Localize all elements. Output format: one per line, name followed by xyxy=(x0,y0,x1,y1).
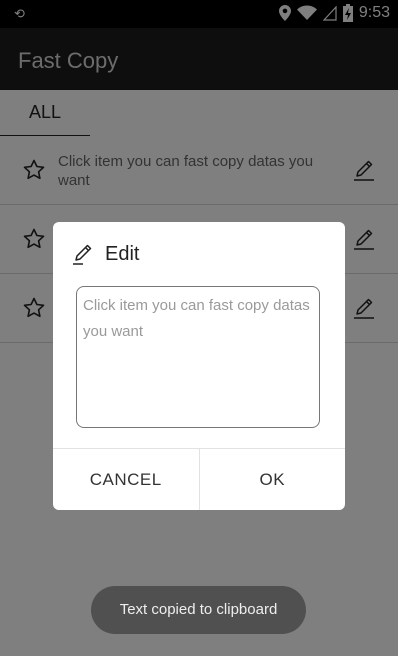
toast-message: Text copied to clipboard xyxy=(91,586,306,634)
edit-text-field[interactable] xyxy=(76,286,320,428)
ok-button[interactable]: OK xyxy=(198,449,346,510)
pencil-icon xyxy=(73,244,92,265)
cancel-button[interactable]: CANCEL xyxy=(53,449,199,510)
dialog-header: Edit xyxy=(71,242,139,266)
edit-dialog: Edit CANCEL OK xyxy=(53,222,345,510)
dialog-title: Edit xyxy=(105,242,140,265)
dialog-actions: CANCEL OK xyxy=(53,448,345,510)
